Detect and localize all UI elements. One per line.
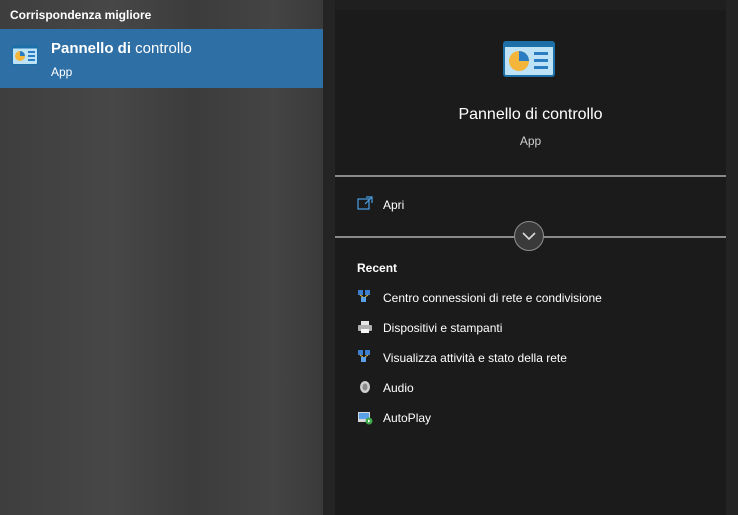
recent-item-network-center[interactable]: Centro connessioni di rete e condivision… [335, 285, 726, 311]
recent-item-label: Audio [383, 381, 414, 395]
recent-item-autoplay[interactable]: AutoPlay [335, 405, 726, 431]
network-status-icon [358, 350, 370, 362]
open-window-icon [357, 196, 373, 210]
recent-heading: Recent [357, 261, 398, 275]
recent-item-network-status[interactable]: Visualizza attività e stato della rete [335, 345, 726, 371]
recent-item-devices-printers[interactable]: Dispositivi e stampanti [335, 315, 726, 341]
right-edge [726, 0, 738, 515]
best-match-result[interactable]: Pannello di controllo App [0, 29, 323, 88]
open-action[interactable]: Apri [335, 191, 726, 219]
open-action-label: Apri [383, 198, 405, 212]
pane-gap [323, 0, 335, 515]
recent-item-label: Dispositivi e stampanti [383, 321, 503, 335]
autoplay-icon [358, 412, 373, 425]
recent-item-label: AutoPlay [383, 411, 432, 425]
expand-button[interactable] [514, 221, 544, 251]
app-type: App [519, 134, 542, 148]
control-panel-large-icon [503, 41, 555, 77]
network-center-icon [358, 290, 370, 302]
speaker-icon [360, 381, 370, 393]
control-panel-icon [12, 45, 38, 65]
best-match-title: Pannello di controllo [51, 40, 192, 57]
best-match-title-bold: Pannello di [51, 40, 132, 57]
printer-icon [358, 321, 372, 333]
best-match-title-rest: controllo [131, 40, 192, 57]
recent-item-label: Centro connessioni di rete e condivision… [383, 291, 602, 305]
separator [335, 175, 726, 177]
best-match-subtitle: App [51, 65, 73, 79]
app-name: Pannello di controllo [458, 106, 603, 123]
recent-item-label: Visualizza attività e stato della rete [383, 351, 567, 365]
recent-item-audio[interactable]: Audio [335, 375, 726, 401]
chevron-down-icon [522, 232, 536, 241]
detail-pane: Pannello di controllo App Apri Recent Ce… [335, 10, 726, 515]
search-results-panel: Corrispondenza migliore Pannello di cont… [0, 0, 323, 515]
best-match-header: Corrispondenza migliore [10, 8, 152, 22]
